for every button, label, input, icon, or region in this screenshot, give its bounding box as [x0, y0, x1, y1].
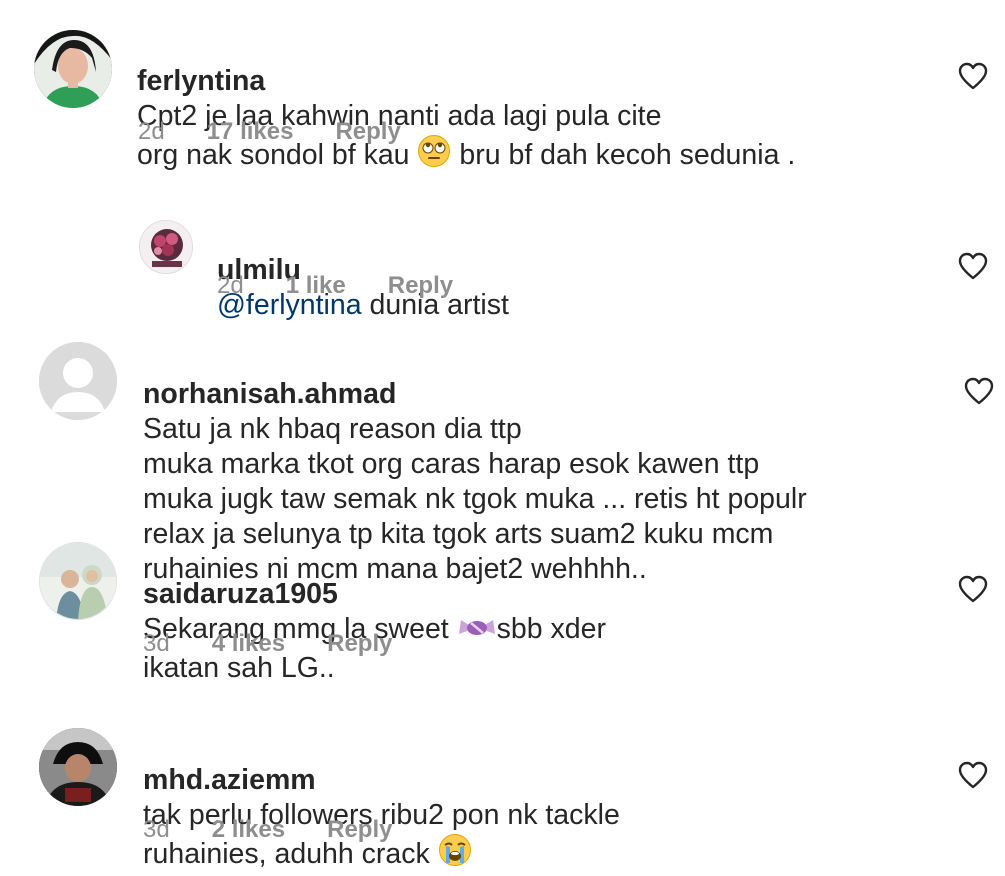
reply-button[interactable]: Reply — [335, 118, 400, 146]
likes-count[interactable]: 17 likes — [207, 118, 294, 146]
comment-text: ulmilu @ferlyntina dunia artist — [217, 218, 917, 323]
likes-count[interactable]: 4 likes — [212, 630, 285, 658]
default-avatar-icon[interactable] — [39, 342, 117, 420]
comment-meta: 3d 2 likes Reply — [143, 816, 434, 844]
candy-icon — [457, 612, 497, 651]
reply-button[interactable]: Reply — [388, 272, 453, 300]
comment-meta: 3d 4 likes Reply — [143, 630, 434, 658]
comment-item: saidaruza1905 Sekarang mmg la sweet sbb … — [0, 530, 1005, 684]
comment-meta: 2d 1 like Reply — [217, 272, 495, 300]
comment-text-part: bru bf dah kecoh sedunia . — [451, 139, 796, 171]
comment-timestamp: 2d — [138, 118, 165, 145]
heart-outline-icon[interactable] — [958, 62, 988, 90]
comment-username[interactable]: mhd.aziemm — [143, 764, 316, 796]
heart-outline-icon[interactable] — [958, 252, 988, 280]
comment-username[interactable]: norhanisah.ahmad — [143, 378, 396, 410]
avatar[interactable] — [39, 542, 117, 620]
avatar[interactable] — [34, 30, 112, 108]
heart-outline-icon[interactable] — [958, 761, 988, 789]
heart-outline-icon[interactable] — [964, 377, 994, 405]
avatar[interactable] — [139, 220, 193, 274]
heart-outline-icon[interactable] — [958, 575, 988, 603]
comment-item: ulmilu @ferlyntina dunia artist 2d 1 lik… — [0, 200, 1005, 323]
likes-count[interactable]: 2 likes — [212, 816, 285, 844]
comment-text: saidaruza1905 Sekarang mmg la sweet sbb … — [143, 542, 933, 686]
likes-count[interactable]: 1 like — [286, 272, 346, 300]
comment-meta: 2d 17 likes Reply — [138, 118, 443, 146]
comment-timestamp: 2d — [217, 272, 244, 299]
comment-timestamp: 3d — [143, 816, 170, 843]
comment-item: norhanisah.ahmad Satu ja nk hbaq reason … — [0, 330, 1005, 585]
loudly-crying-face-icon — [438, 833, 472, 876]
avatar[interactable] — [39, 728, 117, 806]
reply-button[interactable]: Reply — [327, 816, 392, 844]
comment-username[interactable]: saidaruza1905 — [143, 578, 338, 610]
comment-item: ferlyntina Cpt2 je laa kahwin nanti ada … — [0, 0, 1005, 171]
comment-username[interactable]: ferlyntina — [137, 65, 265, 97]
comment-timestamp: 3d — [143, 630, 170, 657]
reply-button[interactable]: Reply — [327, 630, 392, 658]
comment-text: ferlyntina Cpt2 je laa kahwin nanti ada … — [137, 29, 897, 177]
comment-item: mhd.aziemm tak perlu followers ribu2 pon… — [0, 716, 1005, 870]
comment-text: mhd.aziemm tak perlu followers ribu2 pon… — [143, 728, 933, 876]
